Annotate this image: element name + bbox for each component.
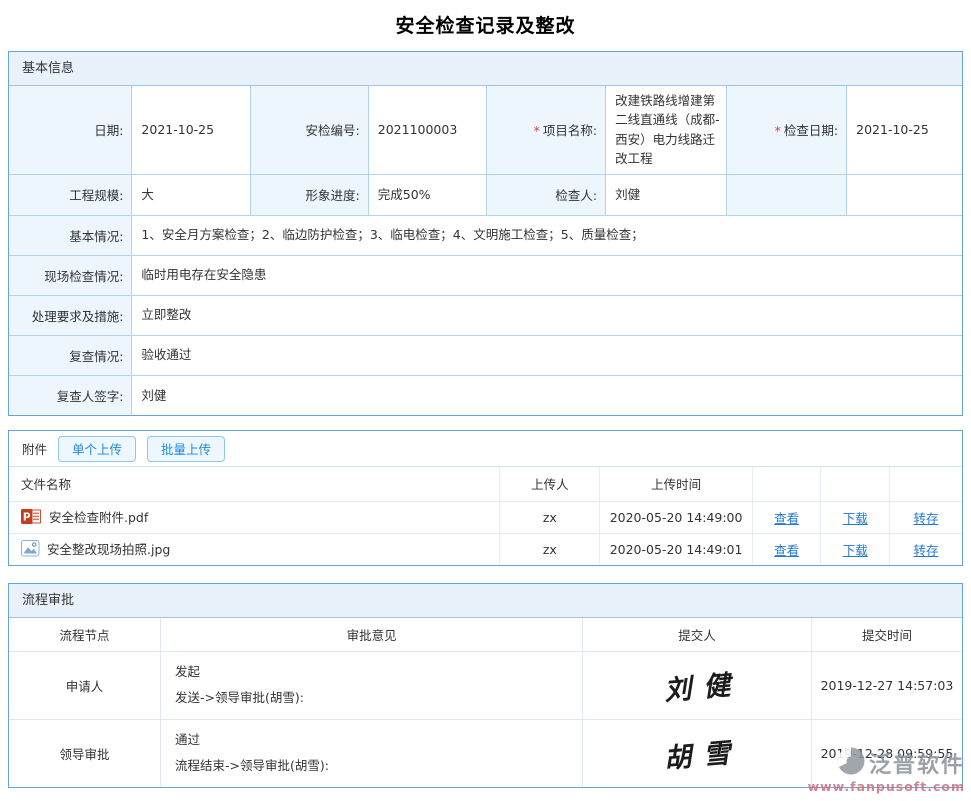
- basic-situation-label: 基本情况:: [9, 215, 132, 255]
- approval-section-header: 流程审批: [9, 584, 962, 618]
- attachment-row: 安全整改现场拍照.jpg zx 2020-05-20 14:49:01 查看 下…: [9, 533, 962, 565]
- attachments-title: 附件: [22, 439, 47, 458]
- submitter-signature-cell: 刘健: [583, 651, 812, 719]
- inspection-no-label: 安检编号:: [250, 86, 368, 174]
- column-action-1: [752, 467, 821, 501]
- site-check-value: 临时用电存在安全隐患: [132, 255, 962, 295]
- image-file-icon: [21, 540, 40, 560]
- transfer-link[interactable]: 转存: [914, 511, 939, 526]
- file-name[interactable]: 安全整改现场拍照.jpg: [47, 542, 170, 557]
- column-flow-node: 流程节点: [9, 618, 161, 651]
- opinion-line-2: 发送->领导审批(胡雪):: [175, 685, 572, 711]
- recheck-signer-label: 复查人签字:: [9, 375, 132, 415]
- date-value: 2021-10-25: [132, 86, 250, 174]
- single-upload-button[interactable]: 单个上传: [58, 436, 136, 462]
- column-upload-time: 上传时间: [600, 467, 752, 501]
- basic-info-table: 日期: 2021-10-25 安检编号: 2021100003 *项目名称: 改…: [9, 86, 962, 415]
- opinion-line-1: 通过: [175, 727, 572, 753]
- opinion-cell: 发起 发送->领导审批(胡雪):: [161, 651, 583, 719]
- download-link[interactable]: 下载: [843, 543, 868, 558]
- basic-info-section-header: 基本信息: [9, 52, 962, 86]
- column-submitter: 提交人: [583, 618, 812, 651]
- site-check-label: 现场检查情况:: [9, 255, 132, 295]
- approval-panel: 流程审批 流程节点 审批意见 提交人 提交时间 申请人 发起 发送->领导审批(…: [8, 583, 963, 788]
- submit-time-cell: 2019-12-27 14:57:03: [811, 651, 962, 719]
- signature: 刘健: [651, 662, 744, 709]
- signature: 胡雪: [651, 730, 744, 777]
- flow-node-cell: 申请人: [9, 651, 161, 719]
- column-approval-opinion: 审批意见: [161, 618, 583, 651]
- column-submit-time: 提交时间: [811, 618, 962, 651]
- progress-value: 完成50%: [368, 174, 486, 215]
- inspector-value: 刘健: [606, 174, 727, 215]
- date-label: 日期:: [9, 86, 132, 174]
- page-title: 安全检查记录及整改: [0, 0, 971, 51]
- recheck-label: 复查情况:: [9, 335, 132, 375]
- column-action-2: [821, 467, 890, 501]
- check-date-value: 2021-10-25: [847, 86, 962, 174]
- svg-text:P: P: [23, 511, 31, 523]
- flow-node-cell: 领导审批: [9, 719, 161, 787]
- uploader-cell: zx: [500, 533, 600, 565]
- basic-situation-value: 1、安全月方案检查；2、临边防护检查；3、临电检查；4、文明施工检查；5、质量检…: [132, 215, 962, 255]
- opinion-cell: 通过 流程结束->领导审批(胡雪):: [161, 719, 583, 787]
- approval-row: 申请人 发起 发送->领导审批(胡雪): 刘健 2019-12-27 14:57…: [9, 651, 962, 719]
- batch-upload-button[interactable]: 批量上传: [147, 436, 225, 462]
- empty-value-cell: [847, 174, 962, 215]
- opinion-line-1: 发起: [175, 659, 572, 685]
- view-link[interactable]: 查看: [774, 543, 799, 558]
- submitter-signature-cell: 胡雪: [583, 719, 812, 787]
- column-uploader: 上传人: [500, 467, 600, 501]
- empty-label-cell: [727, 174, 847, 215]
- pdf-file-icon: P: [21, 508, 42, 528]
- opinion-line-2: 流程结束->领导审批(胡雪):: [175, 753, 572, 779]
- attachments-panel: 附件 单个上传 批量上传 文件名称 上传人 上传时间: [8, 430, 963, 566]
- file-name-cell: P 安全检查附件.pdf: [9, 501, 500, 533]
- file-name[interactable]: 安全检查附件.pdf: [49, 510, 148, 525]
- uploader-cell: zx: [500, 501, 600, 533]
- download-link[interactable]: 下载: [843, 511, 868, 526]
- required-mark: *: [775, 123, 781, 138]
- approval-row: 领导审批 通过 流程结束->领导审批(胡雪): 胡雪 2019-12-28 09…: [9, 719, 962, 787]
- project-name-value: 改建铁路线增建第二线直通线（成都-西安）电力线路迁改工程: [606, 86, 727, 174]
- attachments-header: 附件 单个上传 批量上传: [9, 431, 962, 467]
- view-link[interactable]: 查看: [774, 511, 799, 526]
- transfer-link[interactable]: 转存: [914, 543, 939, 558]
- project-scale-value: 大: [132, 174, 250, 215]
- file-name-cell: 安全整改现场拍照.jpg: [9, 533, 500, 565]
- inspector-label: 检查人:: [486, 174, 605, 215]
- required-mark: *: [534, 123, 540, 138]
- basic-info-panel: 基本信息 日期: 2021-10-25 安检编号: 2021100003 *项目…: [8, 51, 963, 416]
- measures-label: 处理要求及措施:: [9, 295, 132, 335]
- inspection-no-value: 2021100003: [368, 86, 486, 174]
- progress-label: 形象进度:: [250, 174, 368, 215]
- recheck-signer-value: 刘健: [132, 375, 962, 415]
- upload-time-cell: 2020-05-20 14:49:00: [600, 501, 752, 533]
- column-action-3: [890, 467, 962, 501]
- column-file-name: 文件名称: [9, 467, 500, 501]
- project-scale-label: 工程规模:: [9, 174, 132, 215]
- project-name-label: *项目名称:: [486, 86, 605, 174]
- approval-table: 流程节点 审批意见 提交人 提交时间 申请人 发起 发送->领导审批(胡雪): …: [9, 618, 962, 787]
- check-date-label: *检查日期:: [727, 86, 847, 174]
- upload-time-cell: 2020-05-20 14:49:01: [600, 533, 752, 565]
- recheck-value: 验收通过: [132, 335, 962, 375]
- measures-value: 立即整改: [132, 295, 962, 335]
- attachment-row: P 安全检查附件.pdf zx 2020-05-20 14:49:00 查看 下…: [9, 501, 962, 533]
- submit-time-cell: 2019-12-28 09:59:55: [811, 719, 962, 787]
- attachments-table: 文件名称 上传人 上传时间 P 安全检查附件.pdf: [9, 467, 962, 565]
